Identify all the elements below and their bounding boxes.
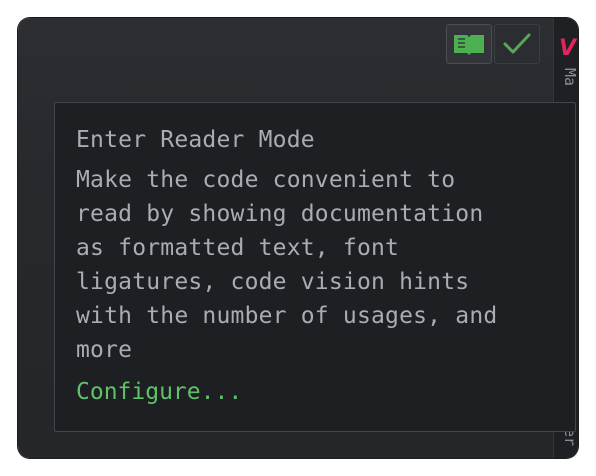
- reader-mode-tooltip: Enter Reader Mode Make the code convenie…: [54, 102, 576, 432]
- tooltip-line: as formatted text, font: [76, 235, 400, 261]
- tooltip-line: ligatures, code vision hints: [76, 269, 470, 295]
- configure-link[interactable]: Configure...: [76, 375, 242, 409]
- tooltip-description: Make the code convenient to read by show…: [76, 163, 554, 367]
- tooltip-line: more: [76, 337, 133, 363]
- tooltip-line: with the number of usages, and: [76, 303, 498, 329]
- tooltip-line: Make the code convenient to: [76, 167, 456, 193]
- accent-glyph: V: [559, 36, 577, 61]
- tooltip-title: Enter Reader Mode: [76, 127, 315, 153]
- reader-mode-button[interactable]: [446, 24, 492, 64]
- editor-window: V Ma er Enter Reader Mode Make the code …: [18, 18, 578, 458]
- reader-mode-toolbar: [446, 24, 540, 64]
- checkmark-icon: [503, 33, 531, 54]
- book-icon: [454, 35, 484, 55]
- tooltip-line: read by showing documentation: [76, 201, 484, 227]
- inspection-status-button[interactable]: [494, 24, 540, 64]
